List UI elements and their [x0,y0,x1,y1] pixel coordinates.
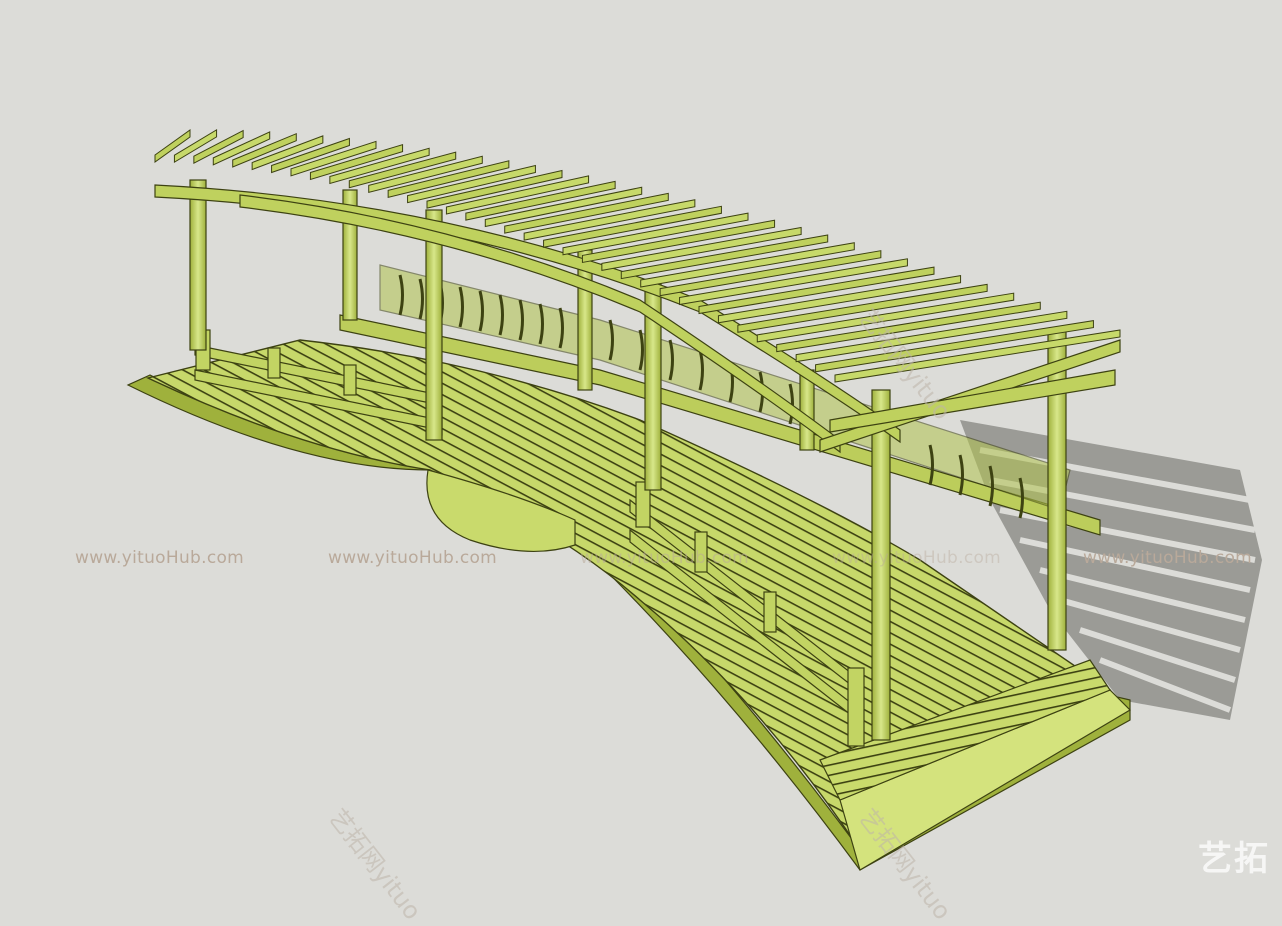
watermark-url: www.yituoHub.com [1083,548,1253,568]
watermark-url: www.yituoHub.com [328,548,498,568]
watermark-url: www.yituoHub.com [580,548,750,568]
site-logo: 艺拓 [1198,839,1270,879]
watermark-url: www.yituoHub.com [75,548,245,568]
watermark-url: www.yituoHub.com [832,548,1002,568]
roof-slat [154,129,191,163]
pergola-bridge-render [126,128,1262,871]
